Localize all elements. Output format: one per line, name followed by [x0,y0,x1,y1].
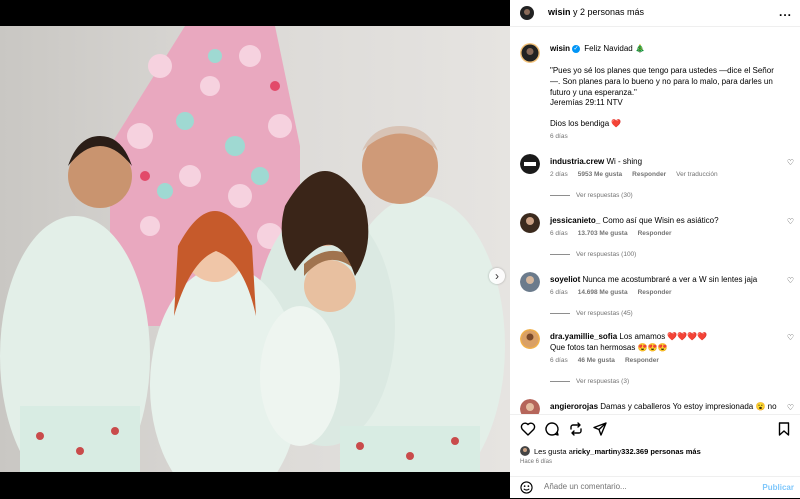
comment-username[interactable]: dra.yamillie_sofia [550,332,617,341]
next-image-button[interactable]: › [489,268,505,284]
reply-button[interactable]: Responder [625,357,659,364]
post-actions-bar [510,414,800,445]
comment-text: dra.yamillie_sofia Los amamos ❤️❤️❤️❤️ Q… [550,331,782,353]
comment-username[interactable]: soyeliot [550,275,580,284]
avatar-icon [520,154,540,174]
comment-text: angierorojas Damas y caballeros Yo estoy… [550,401,782,412]
comment-text: industria.crew Wi - shing [550,156,782,167]
comment-likes[interactable]: 5953 Me gusta [578,171,622,178]
caption-text: wisin ✓ Feliz Navidad 🎄 [550,43,782,54]
avatar-icon [520,6,534,20]
comment-text: jessicanieto_ Como así que Wisin es asiá… [550,215,782,226]
caption-time: 6 días [550,133,568,140]
collaborators-text[interactable]: y 2 personas más [571,7,644,17]
caption-verse: Jeremías 29:11 NTV [550,98,623,107]
avatar-icon [520,399,540,414]
comment-avatar[interactable] [520,213,540,233]
comment-likes[interactable]: 46 Me gusta [578,357,615,364]
comment-input[interactable] [542,481,746,492]
comment-likes[interactable]: 13.703 Me gusta [578,230,628,237]
caption-title: Feliz Navidad 🎄 [584,44,645,53]
publish-button[interactable]: Publicar [762,483,794,492]
replies-divider [550,313,570,314]
like-comment-heart-icon[interactable]: ♡ [787,276,794,285]
comment-meta: 2 días 5953 Me gusta Responder Ver traducci… [550,171,728,178]
comment-body: Wi - shing [606,157,643,166]
more-options-icon[interactable]: ... [779,5,792,19]
comment-avatar[interactable] [520,399,540,414]
view-replies-button[interactable]: Ver respuestas (30) [550,192,633,199]
repost-icon[interactable] [568,421,584,437]
view-replies-button[interactable]: Ver respuestas (3) [550,378,629,385]
comment-avatar[interactable] [520,154,540,174]
save-bookmark-icon[interactable] [776,421,792,437]
comment-username[interactable]: angierorojas [550,402,598,411]
comment-body: Nunca me acostumbraré a ver a W sin lent… [582,275,758,284]
comments-list[interactable]: wisin ✓ Feliz Navidad 🎄 "Pues yo sé los p… [510,27,800,414]
translate-button[interactable]: Ver traducción [676,171,718,178]
reply-button[interactable]: Responder [638,289,672,296]
replies-divider [550,195,570,196]
replies-divider [550,254,570,255]
comment-body: Damas y caballeros Yo estoy impresionada… [600,402,777,411]
caption-avatar[interactable] [520,43,540,63]
like-heart-icon[interactable] [520,421,536,437]
author-username[interactable]: wisin [548,7,571,17]
comment-time[interactable]: 2 días [550,171,568,178]
post-photo[interactable]: › [0,26,510,472]
emoji-icon[interactable] [520,481,533,494]
reply-button[interactable]: Responder [638,230,672,237]
view-replies-label[interactable]: Ver respuestas (30) [576,192,633,199]
view-replies-button[interactable]: Ver respuestas (100) [550,251,636,258]
verified-badge-icon: ✓ [572,44,581,53]
comment-time[interactable]: 6 días [550,357,568,364]
avatar-icon [520,446,530,456]
caption-quote: "Pues yo sé los planes que tengo para us… [550,66,774,97]
like-comment-heart-icon[interactable]: ♡ [787,217,794,226]
comment-avatar[interactable] [520,272,540,292]
add-comment-bar: Publicar [510,476,800,499]
comment-avatar[interactable] [520,329,540,349]
comment-likes[interactable]: 14.698 Me gusta [578,289,628,296]
caption-blessing: Dios los bendiga ❤️ [550,119,622,128]
liker-avatar [520,446,530,456]
comment-meta: 6 días 46 Me gusta Responder [550,357,669,364]
author-avatar[interactable] [520,6,534,20]
caption-username[interactable]: wisin [550,44,570,53]
comment-body: Como así que Wisin es asiático? [602,216,719,225]
post-author-line[interactable]: wisin y 2 personas más [548,7,644,17]
comment-body: Los amamos ❤️❤️❤️❤️ [619,332,708,341]
comment-text: soyeliot Nunca me acostumbraré a ver a W… [550,274,782,285]
comment-meta: 6 días 13.703 Me gusta Responder [550,230,682,237]
likes-summary[interactable]: Les gusta a ricky_martin y 332.369 perso… [520,446,701,456]
comment-body-line2: Que fotos tan hermosas 😍😍😍 [550,343,668,352]
avatar-icon [520,43,540,63]
comment-meta: 6 días 14.698 Me gusta Responder [550,289,682,296]
reply-button[interactable]: Responder [632,171,666,178]
avatar-icon [520,329,540,349]
avatar-icon [520,213,540,233]
comment-username[interactable]: jessicanieto_ [550,216,600,225]
like-comment-heart-icon[interactable]: ♡ [787,333,794,342]
likes-prefix: Les gusta a [534,446,573,456]
post-timestamp[interactable]: Hace 6 días [520,459,552,465]
comment-username[interactable]: industria.crew [550,157,604,166]
avatar-icon [520,272,540,292]
comment-time[interactable]: 6 días [550,289,568,296]
likes-count[interactable]: 332.369 personas más [621,447,701,456]
replies-divider [550,381,570,382]
view-replies-label[interactable]: Ver respuestas (100) [576,251,636,258]
post-header: wisin y 2 personas más ... [510,0,800,27]
share-send-icon[interactable] [592,421,608,437]
family-photo [0,26,510,472]
comment-bubble-icon[interactable] [544,421,560,437]
view-replies-label[interactable]: Ver respuestas (3) [576,378,629,385]
view-replies-label[interactable]: Ver respuestas (45) [576,310,633,317]
like-comment-heart-icon[interactable]: ♡ [787,403,794,412]
view-replies-button[interactable]: Ver respuestas (45) [550,310,633,317]
liker-username[interactable]: ricky_martin [573,447,618,456]
like-comment-heart-icon[interactable]: ♡ [787,158,794,167]
post-detail-panel: wisin y 2 personas más ... wisin ✓ Feliz … [510,0,800,498]
comment-time[interactable]: 6 días [550,230,568,237]
